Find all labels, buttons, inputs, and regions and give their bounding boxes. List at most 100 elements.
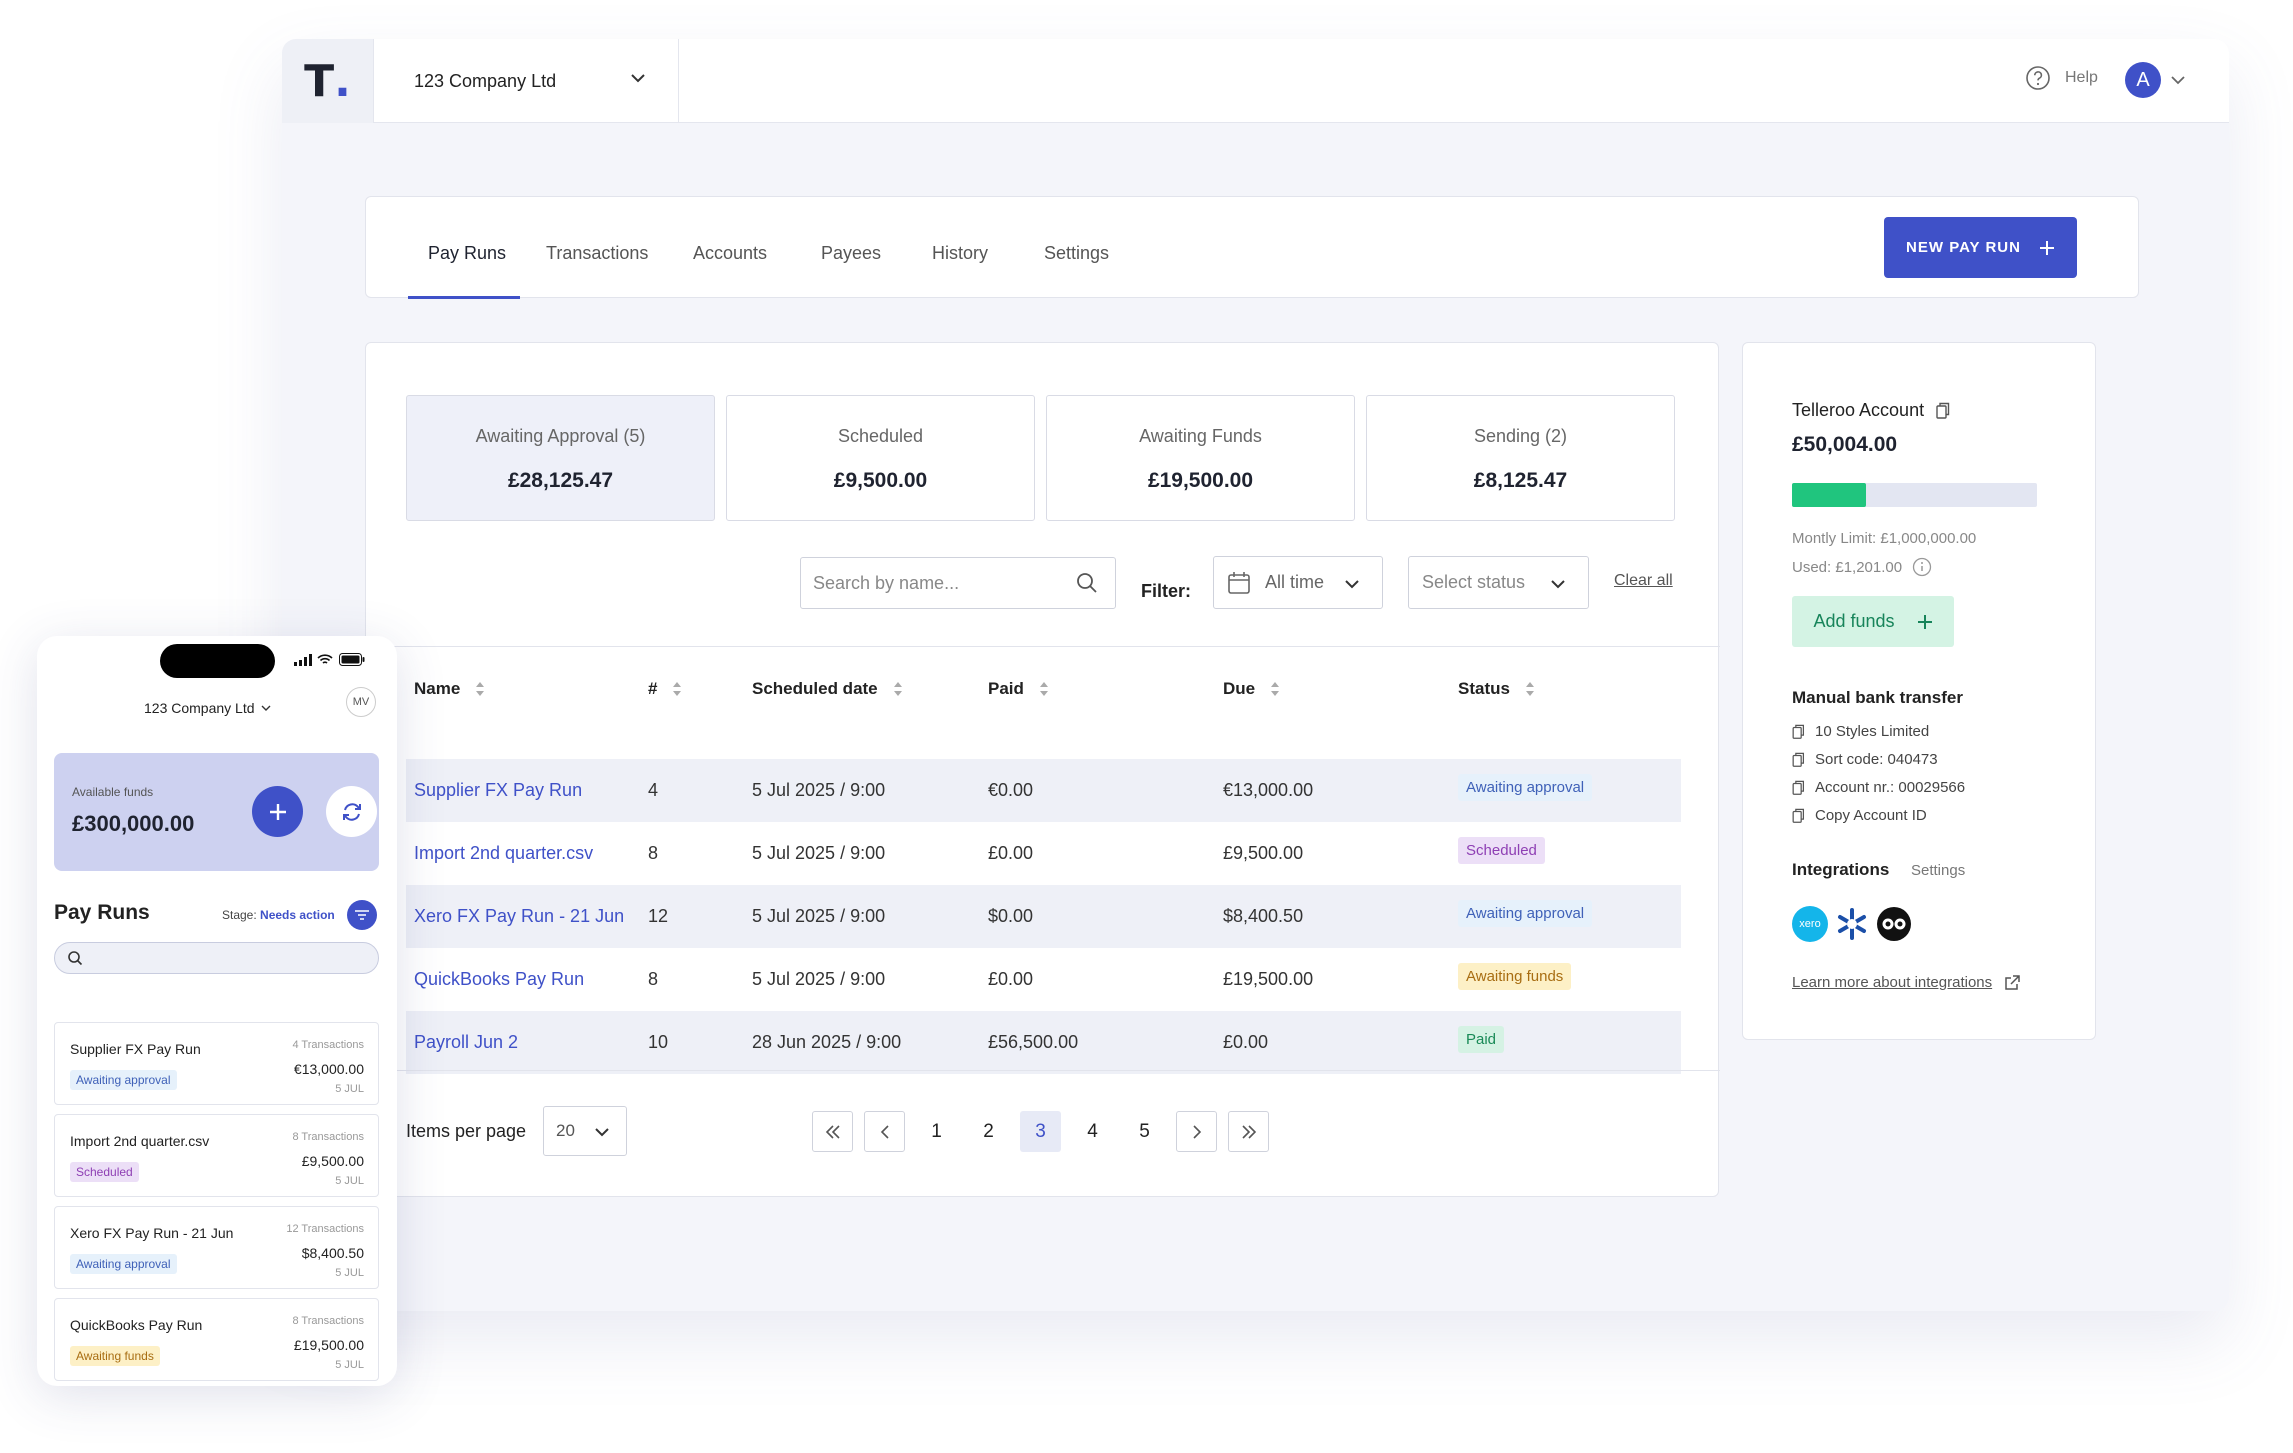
info-icon[interactable]: [1912, 557, 1932, 577]
column-header-status[interactable]: Status: [1458, 679, 1536, 699]
refresh-button[interactable]: [326, 786, 377, 837]
date-filter-value: All time: [1265, 572, 1325, 592]
prev-page-button[interactable]: [864, 1111, 905, 1152]
help-link[interactable]: Help: [2025, 65, 2098, 91]
logo[interactable]: T.: [282, 39, 374, 123]
add-funds-button[interactable]: [252, 786, 303, 837]
copy-account-id[interactable]: Copy Account ID: [1792, 807, 1927, 824]
tab-history[interactable]: History: [932, 243, 988, 264]
pay-run-card[interactable]: Xero FX Pay Run - 21 Jun 12 Transactions…: [54, 1206, 379, 1289]
pay-run-name-link[interactable]: QuickBooks Pay Run: [414, 969, 584, 990]
summary-awaiting-approval[interactable]: Awaiting Approval (5) £28,125.47: [406, 395, 715, 521]
pay-run-card[interactable]: Import 2nd quarter.csv 8 Transactions £9…: [54, 1114, 379, 1197]
page-number[interactable]: 2: [968, 1111, 1009, 1152]
tab-settings[interactable]: Settings: [1044, 243, 1109, 264]
first-page-button[interactable]: [812, 1111, 853, 1152]
xero-logo-icon[interactable]: xero: [1792, 906, 1828, 942]
column-header-due[interactable]: Due: [1223, 679, 1281, 699]
pay-run-date: 5 JUL: [335, 1175, 364, 1187]
items-per-page-select[interactable]: 20: [543, 1106, 627, 1156]
pay-run-card[interactable]: Supplier FX Pay Run 4 Transactions €13,0…: [54, 1022, 379, 1105]
search-placeholder: Search by name...: [813, 572, 960, 593]
column-header-label: Paid: [988, 679, 1024, 698]
phone-company-selector[interactable]: 123 Company Ltd: [144, 700, 271, 716]
copy-icon: [1792, 780, 1805, 795]
scheduled-date: 5 Jul 2025 / 9:00: [752, 780, 886, 800]
stage-filter[interactable]: Stage: Needs action: [222, 908, 335, 922]
company-selector[interactable]: 123 Company Ltd: [374, 39, 679, 123]
wifi-icon: [317, 654, 333, 664]
table-row[interactable]: QuickBooks Pay Run 8 5 Jul 2025 / 9:00 £…: [406, 948, 1681, 1011]
copy-payee-name[interactable]: 10 Styles Limited: [1792, 723, 1929, 740]
clear-all-link[interactable]: Clear all: [1614, 572, 1673, 590]
page-number-current[interactable]: 3: [1020, 1111, 1061, 1152]
column-header-name[interactable]: Name: [414, 679, 486, 699]
copy-sort-code[interactable]: Sort code: 040473: [1792, 751, 1938, 768]
tab-transactions[interactable]: Transactions: [546, 243, 648, 264]
available-funds-value: £300,000.00: [72, 811, 195, 836]
status-badge: Awaiting approval: [1458, 900, 1593, 927]
summary-scheduled[interactable]: Scheduled £9,500.00: [726, 395, 1035, 521]
new-pay-run-button[interactable]: NEW PAY RUN: [1884, 217, 2077, 278]
learn-more-integrations-link[interactable]: Learn more about integrations: [1792, 974, 2020, 991]
copy-account-number[interactable]: Account nr.: 00029566: [1792, 779, 1965, 796]
page-number[interactable]: 4: [1072, 1111, 1113, 1152]
monthly-limit: Montly Limit: £1,000,000.00: [1792, 530, 1977, 547]
filter-button[interactable]: [347, 900, 377, 930]
user-avatar[interactable]: A: [2125, 62, 2161, 98]
table-row[interactable]: Import 2nd quarter.csv 8 5 Jul 2025 / 9:…: [406, 822, 1681, 885]
last-page-button[interactable]: [1228, 1111, 1269, 1152]
pay-run-amount: $8,400.50: [301, 1245, 364, 1261]
transaction-count: 8: [648, 969, 659, 989]
transaction-count: 10: [648, 1032, 669, 1052]
phone-search-input[interactable]: [54, 942, 379, 974]
stage-value: Needs action: [260, 908, 335, 922]
tab-payees[interactable]: Payees: [821, 243, 881, 264]
search-input[interactable]: Search by name...: [800, 557, 1116, 609]
copy-label: Account nr.: 00029566: [1815, 779, 1966, 796]
column-header-paid[interactable]: Paid: [988, 679, 1050, 699]
sage-logo-icon[interactable]: [1876, 906, 1912, 942]
summary-label: Awaiting Funds: [1139, 426, 1262, 446]
table-row[interactable]: Payroll Jun 2 10 28 Jun 2025 / 9:00 £56,…: [406, 1011, 1681, 1074]
column-header-count[interactable]: #: [648, 679, 683, 699]
pay-run-date: 5 JUL: [335, 1083, 364, 1095]
pay-run-amount: €13,000.00: [293, 1061, 364, 1077]
chevron-down-icon: [261, 705, 271, 711]
status-badge: Paid: [1458, 1026, 1505, 1053]
table-row[interactable]: Xero FX Pay Run - 21 Jun 12 5 Jul 2025 /…: [406, 885, 1681, 948]
search-icon: [68, 951, 83, 966]
pay-run-name-link[interactable]: Supplier FX Pay Run: [414, 780, 582, 801]
chevron-down-icon[interactable]: [2170, 75, 2186, 85]
pay-run-card[interactable]: QuickBooks Pay Run 8 Transactions £19,50…: [54, 1298, 379, 1381]
page-number[interactable]: 5: [1124, 1111, 1165, 1152]
phone-avatar[interactable]: MV: [346, 687, 376, 717]
column-header-label: #: [648, 679, 658, 698]
pay-run-name-link[interactable]: Import 2nd quarter.csv: [414, 843, 593, 864]
due-amount: £0.00: [1223, 1032, 1269, 1052]
pay-run-name-link[interactable]: Payroll Jun 2: [414, 1032, 518, 1053]
date-filter-select[interactable]: All time: [1213, 556, 1383, 609]
integrations-settings-link[interactable]: Settings: [1911, 862, 1965, 879]
copy-icon[interactable]: [1936, 402, 1950, 420]
tab-accounts[interactable]: Accounts: [693, 243, 767, 264]
tab-pay-runs[interactable]: Pay Runs: [428, 243, 506, 264]
status-filter-select[interactable]: Select status: [1408, 556, 1589, 609]
add-funds-button[interactable]: Add funds: [1792, 596, 1954, 647]
next-page-button[interactable]: [1176, 1111, 1217, 1152]
learn-more-label: Learn more about integrations: [1792, 974, 1993, 991]
refresh-icon: [342, 802, 361, 821]
new-pay-run-label: NEW PAY RUN: [1906, 239, 2021, 256]
page-number[interactable]: 1: [916, 1111, 957, 1152]
plus-icon: [1917, 614, 1932, 629]
summary-awaiting-funds[interactable]: Awaiting Funds £19,500.00: [1046, 395, 1355, 521]
pay-run-name-link[interactable]: Xero FX Pay Run - 21 Jun: [414, 906, 624, 927]
pay-runs-card: Awaiting Approval (5) £28,125.47 Schedul…: [365, 342, 1720, 1197]
column-header-scheduled-date[interactable]: Scheduled date: [752, 679, 904, 699]
column-header-label: Status: [1458, 679, 1510, 698]
summary-sending[interactable]: Sending (2) £8,125.47: [1366, 395, 1675, 521]
table-row[interactable]: Supplier FX Pay Run 4 5 Jul 2025 / 9:00 …: [406, 759, 1681, 822]
account-panel: Telleroo Account £50,004.00 Montly Limit…: [1742, 342, 2096, 1040]
quickbooks-snowflake-icon[interactable]: [1834, 906, 1870, 942]
top-bar: T. 123 Company Ltd Help A: [282, 39, 2229, 123]
